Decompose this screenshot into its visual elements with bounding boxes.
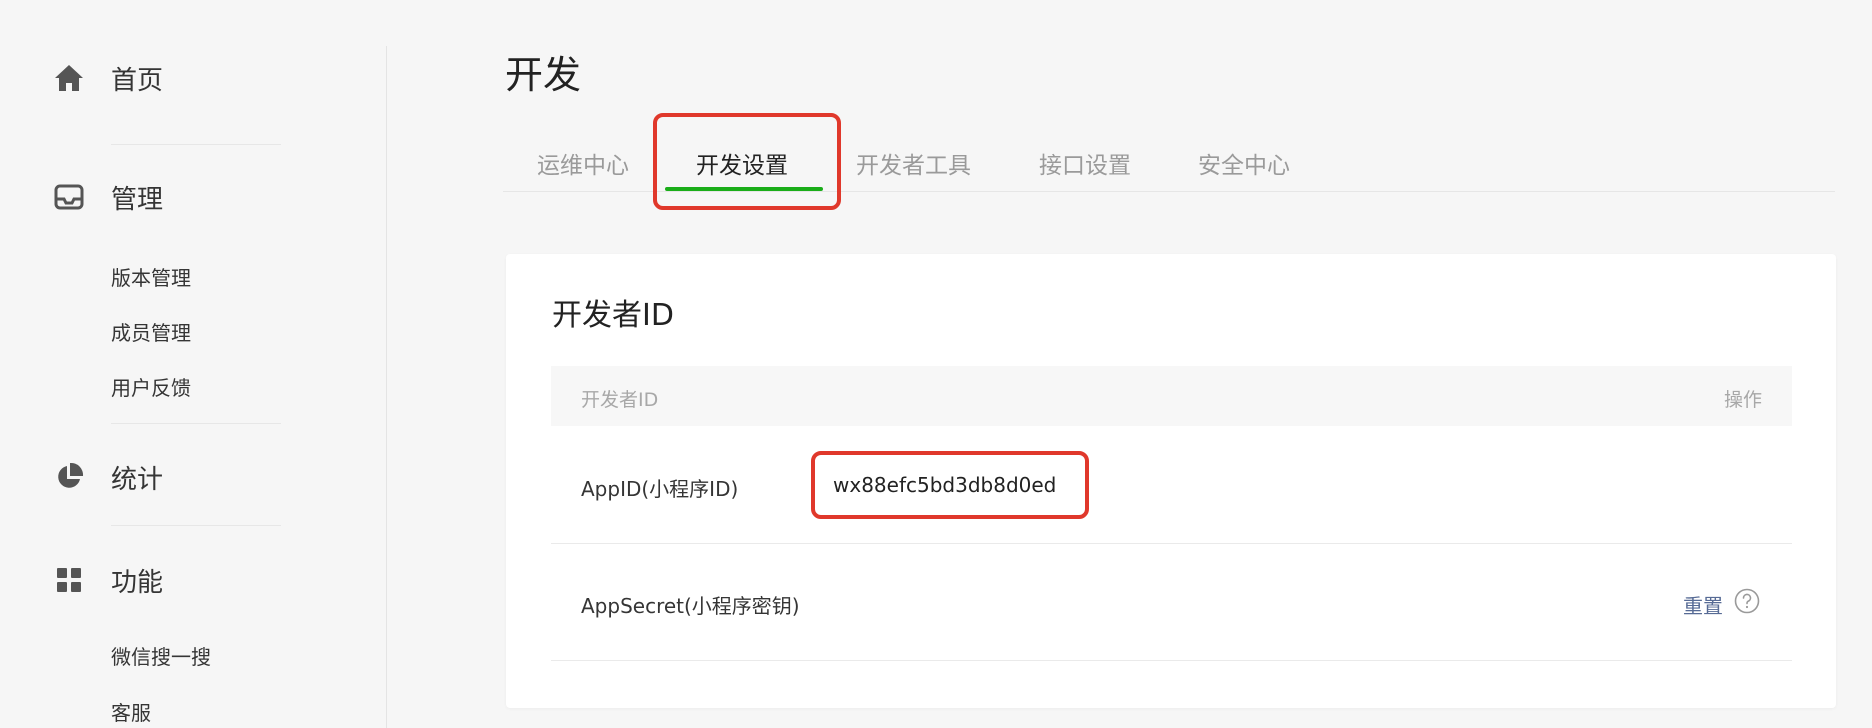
appsecret-label: AppSecret(小程序密钥) [581,594,800,618]
sidebar-subitem-members[interactable]: 成员管理 [111,317,191,346]
page-title: 开发 [505,53,582,97]
sidebar-divider-vertical [386,46,387,728]
tab-dev-tools[interactable]: 开发者工具 [856,146,971,180]
column-header-developer-id: 开发者ID [581,389,659,411]
tab-api-settings[interactable]: 接口设置 [1039,146,1131,180]
reset-secret-link[interactable]: 重置 [1683,590,1723,619]
sidebar-subitem-feedback[interactable]: 用户反馈 [111,372,191,401]
grid-icon [52,563,86,597]
highlight-box-tab [653,113,841,210]
sidebar-divider [111,423,281,424]
tab-security-center[interactable]: 安全中心 [1198,146,1290,180]
sidebar-subitem-wechat-search[interactable]: 微信搜一搜 [111,641,211,670]
sidebar-divider [111,525,281,526]
sidebar-item-label: 管理 [111,184,164,215]
sidebar-item-label: 统计 [111,464,164,495]
home-icon [52,61,86,95]
appid-label: AppID(小程序ID) [581,477,739,501]
row-divider [551,660,1792,661]
row-divider [551,543,1792,544]
inbox-icon [52,180,86,214]
pie-chart-icon [52,460,86,494]
sidebar-subitem-version[interactable]: 版本管理 [111,262,191,291]
table-header: 开发者ID 操作 [551,366,1792,426]
sidebar-item-label: 功能 [111,567,164,598]
sidebar: 首页 管理 版本管理 成员管理 用户反馈 统计 功能 微信搜一搜 客服 [0,0,388,728]
card-title: 开发者ID [552,298,674,333]
sidebar-subitem-customer-service[interactable]: 客服 [111,697,151,726]
sidebar-divider [111,144,281,145]
tab-ops-center[interactable]: 运维中心 [537,146,629,180]
sidebar-item-label: 首页 [111,65,164,96]
highlight-box-appid [811,451,1089,519]
help-icon[interactable] [1734,588,1760,614]
column-header-action: 操作 [1723,389,1762,411]
